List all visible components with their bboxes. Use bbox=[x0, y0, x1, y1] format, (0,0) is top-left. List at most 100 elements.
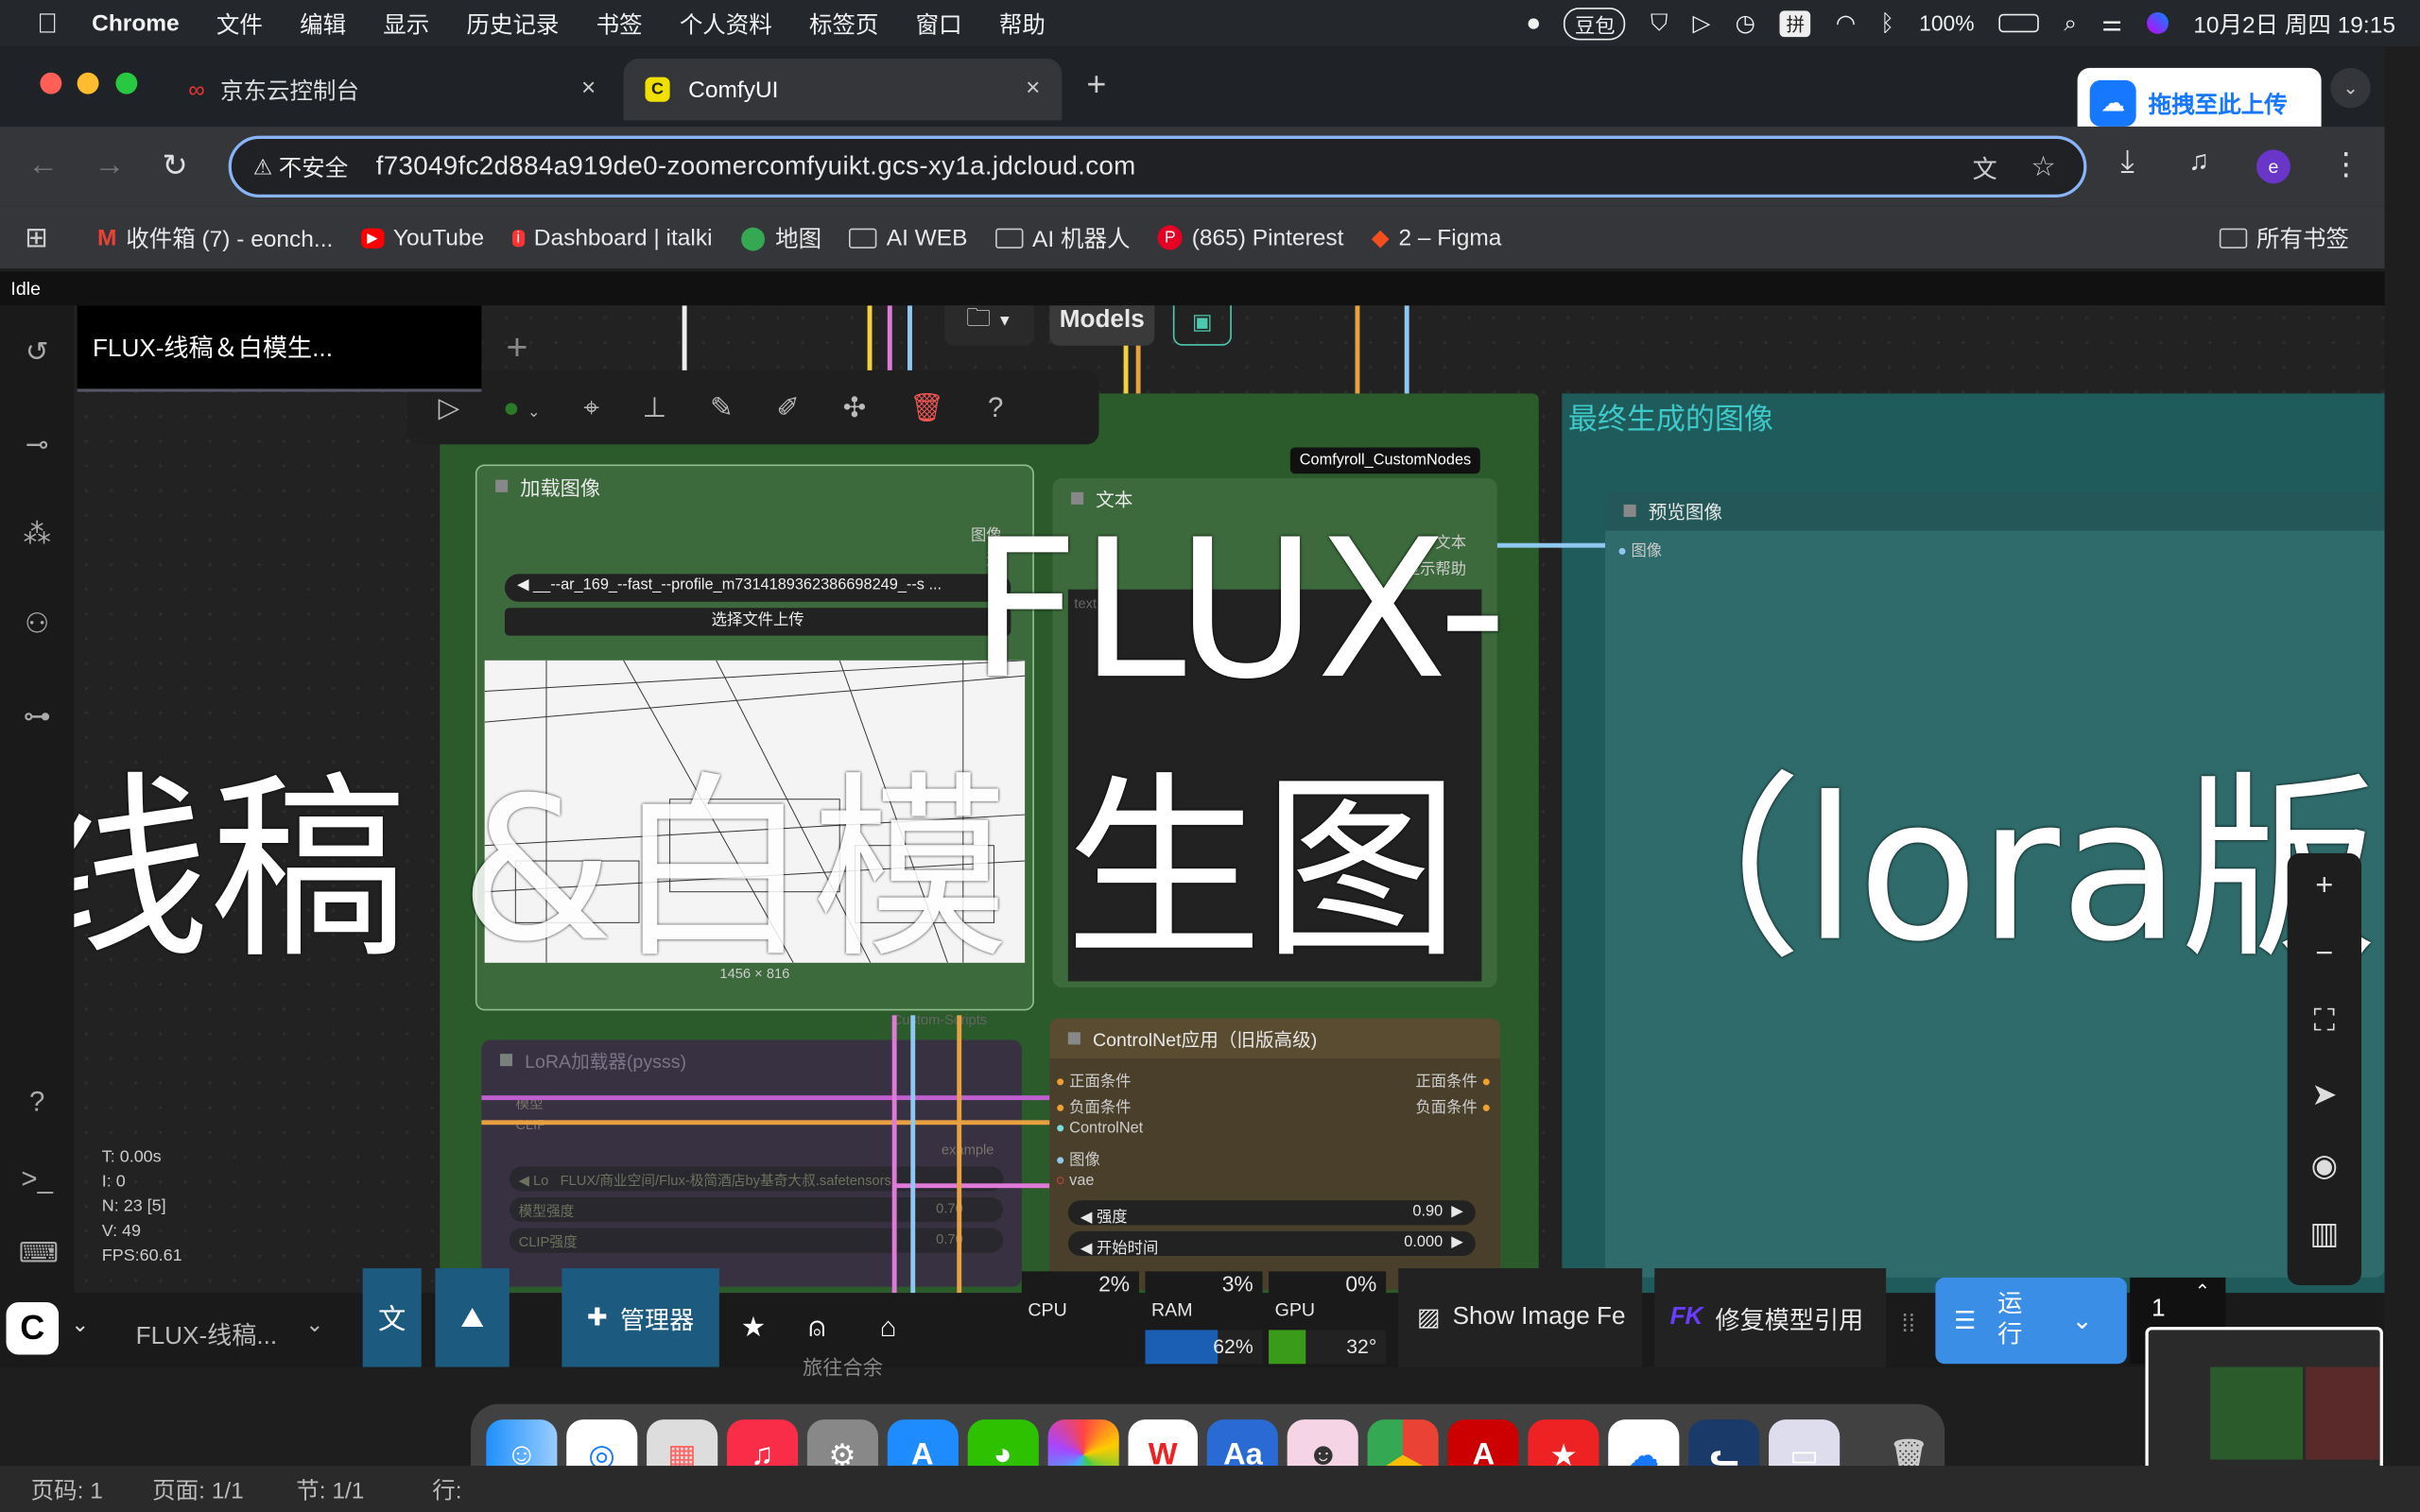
back-icon[interactable]: ← bbox=[27, 148, 59, 184]
screenshot-thumbnail[interactable] bbox=[2145, 1327, 2383, 1475]
collapse-icon[interactable] bbox=[495, 479, 509, 492]
comfyui-canvas[interactable]: 最终生成的图像 加载图像 图像 遮 ◀ __--ar_169_--fast_--… bbox=[0, 305, 2385, 1294]
terminal-icon[interactable]: >_ bbox=[19, 1160, 56, 1197]
input-method-icon[interactable]: 拼 bbox=[1779, 9, 1811, 37]
workflow-select[interactable]: FLUX-线稿... bbox=[136, 1314, 278, 1351]
apple-menu-icon[interactable]:  bbox=[37, 7, 58, 39]
menu-edit[interactable]: 编辑 bbox=[300, 7, 346, 39]
templates-icon[interactable]: ⊶ bbox=[19, 697, 56, 734]
comfy-logo[interactable]: C bbox=[6, 1301, 60, 1355]
lora-model-strength[interactable]: 模型强度 0.70 bbox=[509, 1196, 1004, 1223]
upload-button[interactable]: 选择文件上传 bbox=[504, 608, 1011, 636]
cn-strength-widget[interactable]: ◀ 强度 0.90 ▶ bbox=[1067, 1200, 1476, 1227]
close-tab-icon[interactable]: × bbox=[1026, 76, 1040, 103]
translate-button[interactable]: 文 bbox=[362, 1268, 422, 1367]
tab-comfyui[interactable]: C ComfyUI × bbox=[623, 59, 1063, 121]
model-icon[interactable]: ⍝ bbox=[809, 1312, 826, 1344]
play-icon[interactable]: ▷ bbox=[1693, 9, 1711, 37]
drag-handle-icon[interactable]: ⁞⁞ bbox=[1901, 1312, 1915, 1339]
star-button[interactable]: ★ bbox=[741, 1312, 766, 1344]
collapse-icon[interactable]: ✣ bbox=[843, 391, 867, 423]
cn-start-widget[interactable]: ◀ 开始时间 0.000 ▶ bbox=[1067, 1230, 1476, 1258]
clock-datetime[interactable]: 10月2日 周四 19:15 bbox=[2193, 7, 2395, 39]
zoom-window-button[interactable] bbox=[115, 72, 138, 94]
delete-icon[interactable]: 🗑 bbox=[909, 391, 944, 423]
run-chevron-icon[interactable]: ⌄ bbox=[2072, 1305, 2093, 1336]
bookmark-maps[interactable]: ⬤ 地图 bbox=[740, 221, 821, 253]
menu-help[interactable]: 帮助 bbox=[999, 7, 1046, 39]
node-library-icon[interactable]: ⊸ bbox=[19, 426, 56, 463]
record-icon[interactable]: ⏺ bbox=[1528, 10, 1539, 37]
add-workflow-button[interactable]: + bbox=[507, 327, 528, 370]
edit-icon[interactable]: ✎ bbox=[710, 391, 734, 423]
color-picker-icon[interactable]: ● ⌄ bbox=[503, 391, 541, 423]
bookmark-youtube[interactable]: ▶ YouTube bbox=[360, 225, 484, 250]
models-button[interactable]: Models bbox=[1049, 305, 1155, 346]
workflow-chevron-icon[interactable]: ⌄ bbox=[305, 1312, 323, 1338]
menu-bookmarks[interactable]: 书签 bbox=[596, 7, 643, 39]
image-file-combo[interactable]: ◀ __--ar_169_--fast_--profile_m731418936… bbox=[504, 574, 1011, 602]
control-center-icon[interactable]: ⚌ bbox=[2101, 9, 2122, 37]
tab-search-chevron-icon[interactable]: ⌄ bbox=[2330, 67, 2371, 109]
help-icon[interactable]: ? bbox=[988, 391, 1003, 423]
menu-history[interactable]: 历史记录 bbox=[466, 7, 559, 39]
logo-chevron-icon[interactable]: ⌄ bbox=[71, 1312, 89, 1338]
node-controlnet-apply[interactable]: ControlNet应用（旧版高级) ● 正面条件 ● 负面条件 ● Contr… bbox=[1049, 1018, 1500, 1290]
fix-models-button[interactable]: FK 修复模型引用 bbox=[1654, 1268, 1887, 1367]
toggle-links-icon[interactable]: ◉ bbox=[2306, 1146, 2342, 1185]
download-icon[interactable]: ⤓ bbox=[2120, 145, 2134, 180]
lock-icon[interactable]: ⌂ bbox=[880, 1312, 897, 1344]
lora-clip-strength[interactable]: CLIP强度 0.70 bbox=[509, 1228, 1004, 1253]
menu-tabs[interactable]: 标签页 bbox=[809, 7, 878, 39]
url-text[interactable]: f73049fc2d884a919de0-zoomercomfyuikt.gcs… bbox=[376, 151, 1136, 182]
node-lora-loader[interactable]: LoRA加载器(pysss) 模型 CLIP example ◀ Lo FLUX… bbox=[481, 1040, 1022, 1287]
run-selected-icon[interactable]: ▷ bbox=[439, 391, 460, 423]
collapse-icon[interactable] bbox=[1067, 1032, 1080, 1045]
crystools-button[interactable]: ⛰ bbox=[435, 1268, 510, 1367]
pin-icon[interactable]: ⊥ bbox=[643, 391, 667, 423]
stepper-up-icon[interactable]: ⌃ bbox=[2195, 1280, 2210, 1302]
profile-avatar[interactable]: e bbox=[2256, 149, 2290, 184]
app-menu[interactable]: Chrome bbox=[92, 10, 180, 37]
warning-icon[interactable]: ⚠ bbox=[253, 153, 273, 180]
zoom-in-icon[interactable]: + bbox=[2306, 868, 2342, 904]
bookmark-ai-robot[interactable]: AI 机器人 bbox=[994, 221, 1130, 253]
bookmark-italki[interactable]: i Dashboard | italki bbox=[511, 225, 713, 250]
pencil-icon[interactable]: ✐ bbox=[776, 391, 800, 423]
search-icon[interactable]: ⌕ bbox=[2064, 10, 2077, 37]
translate-icon[interactable]: 文 bbox=[1973, 148, 1997, 185]
wifi-icon[interactable]: ◠ bbox=[1836, 9, 1856, 37]
bluetooth-icon[interactable]: ᛒ bbox=[1880, 10, 1894, 37]
menu-profile[interactable]: 个人资料 bbox=[680, 7, 772, 39]
folder-dropdown[interactable]: 🗀 ▼ bbox=[944, 305, 1034, 346]
security-label[interactable]: 不安全 bbox=[279, 150, 348, 182]
media-icon[interactable]: ♫ bbox=[2188, 145, 2209, 177]
menu-file[interactable]: 文件 bbox=[216, 7, 263, 39]
clock-icon[interactable]: ◷ bbox=[1735, 9, 1754, 37]
run-button[interactable]: ☰ 运行 ⌄ bbox=[1935, 1277, 2127, 1365]
address-bar[interactable]: ⚠ 不安全 f73049fc2d884a919de0-zoomercomfyui… bbox=[228, 135, 2087, 198]
select-mode-icon[interactable]: ➤ bbox=[2306, 1075, 2342, 1114]
bypass-icon[interactable]: ⌖ bbox=[583, 391, 599, 423]
models-icon[interactable]: ⁂ bbox=[19, 515, 56, 552]
new-tab-button[interactable]: + bbox=[1086, 65, 1106, 105]
bookmark-gmail[interactable]: M 收件箱 (7) - eonch... bbox=[97, 221, 333, 253]
history-icon[interactable]: ↺ bbox=[19, 334, 56, 370]
doubao-badge[interactable]: 豆包 bbox=[1564, 7, 1626, 40]
close-tab-icon[interactable]: × bbox=[581, 76, 596, 103]
menu-view[interactable]: 显示 bbox=[383, 7, 429, 39]
bookmark-ai-web[interactable]: AI WEB bbox=[849, 225, 967, 250]
reload-icon[interactable]: ↻ bbox=[162, 146, 187, 185]
zoom-out-icon[interactable]: − bbox=[2306, 936, 2342, 972]
minimize-window-button[interactable] bbox=[77, 72, 99, 94]
collapse-icon[interactable] bbox=[499, 1054, 513, 1067]
show-image-feed-button[interactable]: ▨ Show Image Fe bbox=[1398, 1268, 1643, 1367]
shield-icon[interactable]: ⛉ bbox=[1651, 10, 1668, 37]
tab-jdcloud[interactable]: ∞ 京东云控制台 × bbox=[166, 59, 617, 120]
battery-label[interactable]: 100% bbox=[1919, 10, 1974, 35]
collapse-icon[interactable] bbox=[1623, 504, 1636, 517]
manager-button[interactable]: ✚ 管理器 bbox=[562, 1268, 719, 1367]
bookmark-figma[interactable]: ◆ 2 – Figma bbox=[1372, 224, 1502, 252]
forward-icon[interactable]: → bbox=[95, 148, 126, 184]
save-icon[interactable]: ▣ bbox=[1172, 305, 1232, 346]
